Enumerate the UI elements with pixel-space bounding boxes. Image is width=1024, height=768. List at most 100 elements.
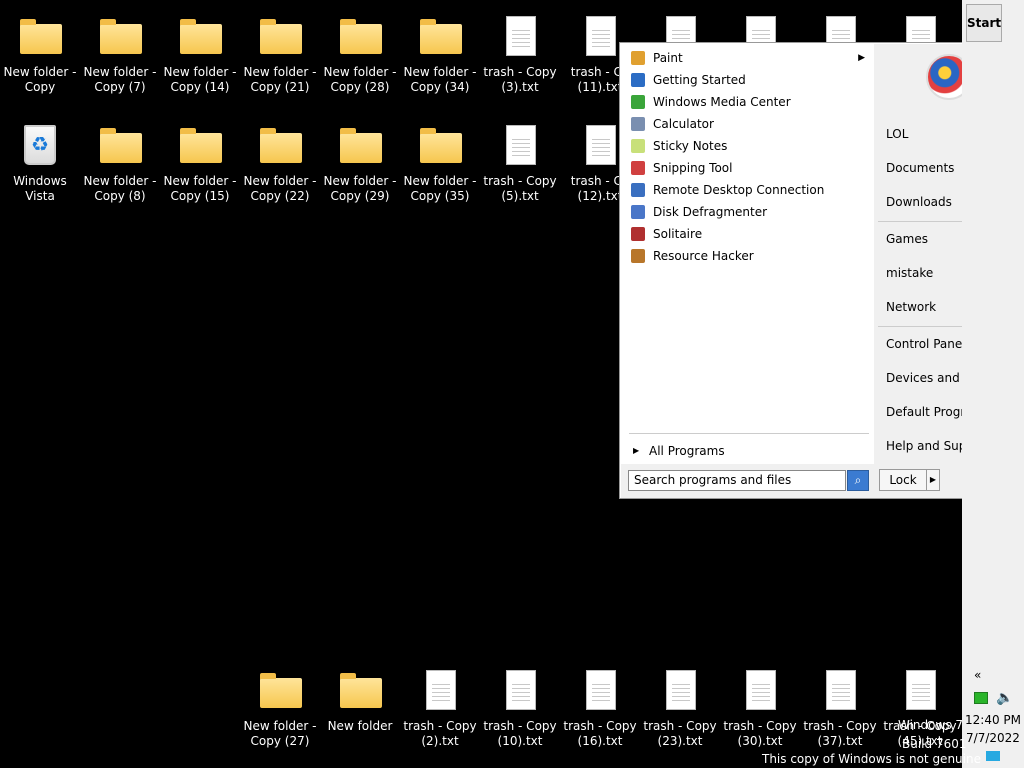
folder-icon — [180, 16, 222, 60]
text-file-icon — [580, 670, 620, 714]
text-file-icon — [580, 16, 620, 60]
program-label: Getting Started — [653, 73, 746, 87]
desktop-folder[interactable]: New folder - Copy (35) — [400, 117, 480, 217]
desktop-folder[interactable]: New folder - Copy (7) — [80, 8, 160, 108]
desktop-icon-label: trash - Copy (3).txt — [483, 65, 557, 94]
text-file-icon — [740, 670, 780, 714]
clock-time[interactable]: 12:40 PM — [962, 713, 1024, 727]
program-label: Sticky Notes — [653, 139, 728, 153]
watermark-build: Build 7601 — [902, 737, 967, 751]
desktop-file[interactable]: trash - Copy (30).txt — [720, 662, 800, 762]
program-item-windows-media-center[interactable]: Windows Media Center — [621, 91, 873, 113]
submenu-arrow-icon: ▶ — [858, 53, 865, 63]
program-item-getting-started[interactable]: Getting Started — [621, 69, 873, 91]
search-icon[interactable]: ⌕ — [847, 470, 869, 491]
desktop-icon-label: New folder - Copy (21) — [243, 65, 317, 94]
desktop-file[interactable]: trash - Copy (3).txt — [480, 8, 560, 108]
desktop-folder[interactable]: New folder - Copy (21) — [240, 8, 320, 108]
desktop-file[interactable]: trash - Copy (16).txt — [560, 662, 640, 762]
program-item-sticky-notes[interactable]: Sticky Notes — [621, 135, 873, 157]
desktop-folder[interactable]: New folder - Copy (14) — [160, 8, 240, 108]
desktop-folder[interactable]: New folder - Copy (27) — [240, 662, 320, 762]
desktop-folder[interactable]: New folder - Copy (15) — [160, 117, 240, 217]
text-file-icon — [500, 670, 540, 714]
program-label: Snipping Tool — [653, 161, 733, 175]
search-placeholder: Search programs and files — [634, 473, 792, 487]
folder-icon — [260, 670, 302, 714]
program-item-resource-hacker[interactable]: Resource Hacker — [621, 245, 873, 267]
show-hidden-icons-chevron-icon[interactable]: « — [974, 668, 981, 682]
program-item-calculator[interactable]: Calculator — [621, 113, 873, 135]
desktop-icon-label: trash - Copy (10).txt — [483, 719, 557, 748]
lock-button[interactable]: Lock — [879, 469, 927, 491]
text-file-icon — [820, 670, 860, 714]
desktop-folder[interactable]: New folder - Copy — [0, 8, 80, 108]
folder-icon — [180, 125, 222, 169]
desktop-file[interactable]: trash - Copy (5).txt — [480, 117, 560, 217]
text-file-icon — [500, 16, 540, 60]
desktop-icon-label: New folder - Copy (34) — [403, 65, 477, 94]
desktop-folder[interactable]: New folder — [320, 662, 400, 762]
folder-icon — [100, 125, 142, 169]
desktop-recycle-bin[interactable]: ♻ Windows Vista — [0, 117, 80, 217]
taskbar: Start « 🔈 12:40 PM 7/7/2022 — [962, 0, 1024, 768]
clock-date[interactable]: 7/7/2022 — [962, 731, 1024, 745]
desktop-file[interactable]: trash - Copy (37).txt — [800, 662, 880, 762]
desktop-icon-label: New folder - Copy (8) — [83, 174, 157, 203]
desktop-folder[interactable]: New folder - Copy (29) — [320, 117, 400, 217]
program-item-snipping-tool[interactable]: Snipping Tool — [621, 157, 873, 179]
paint-icon — [631, 51, 645, 65]
media-center-icon — [631, 95, 645, 109]
getting-started-icon — [631, 73, 645, 87]
folder-icon — [340, 125, 382, 169]
desktop-icon-label: trash - Copy (5).txt — [483, 174, 557, 203]
desktop-folder[interactable]: New folder - Copy (22) — [240, 117, 320, 217]
program-label: Paint — [653, 51, 683, 65]
folder-icon — [100, 16, 142, 60]
desktop-icon-label: trash - Copy (30).txt — [723, 719, 797, 748]
desktop-icon-label: New folder — [327, 719, 393, 733]
text-file-icon — [500, 125, 540, 169]
program-label: Resource Hacker — [653, 249, 754, 263]
folder-icon — [260, 16, 302, 60]
watermark-windows-version: Windows 7 — [898, 718, 964, 732]
desktop-icon-label: trash - Copy (37).txt — [803, 719, 877, 748]
folder-icon — [260, 125, 302, 169]
show-desktop-button[interactable] — [986, 751, 1000, 761]
desktop-icon-label: New folder - Copy (29) — [323, 174, 397, 203]
desktop-folder[interactable]: New folder - Copy (28) — [320, 8, 400, 108]
program-label: Calculator — [653, 117, 714, 131]
desktop-file[interactable]: trash - Copy (23).txt — [640, 662, 720, 762]
program-item-remote-desktop-connection[interactable]: Remote Desktop Connection — [621, 179, 873, 201]
desktop-icon-label: trash - Copy (16).txt — [563, 719, 637, 748]
folder-icon — [420, 16, 462, 60]
desktop-icon-label: New folder - Copy (7) — [83, 65, 157, 94]
text-file-icon — [580, 125, 620, 169]
power-options-arrow-icon[interactable]: ▶ — [926, 469, 940, 491]
desktop-icon-label: New folder - Copy (28) — [323, 65, 397, 94]
program-item-solitaire[interactable]: Solitaire — [621, 223, 873, 245]
calculator-icon — [631, 117, 645, 131]
desktop-folder[interactable]: New folder - Copy (34) — [400, 8, 480, 108]
desktop-file[interactable]: trash - Copy (10).txt — [480, 662, 560, 762]
folder-icon — [340, 670, 382, 714]
text-file-icon — [900, 670, 940, 714]
desktop-icon-label: New folder - Copy (22) — [243, 174, 317, 203]
start-menu-programs-pane: Paint ▶ Getting Started Windows Media Cente… — [621, 44, 873, 464]
desktop-file[interactable]: trash - Copy (2).txt — [400, 662, 480, 762]
desktop-folder[interactable]: New folder - Copy (8) — [80, 117, 160, 217]
volume-icon[interactable]: 🔈 — [996, 690, 1013, 706]
start-button[interactable]: Start — [966, 4, 1002, 42]
search-input[interactable]: Search programs and files — [628, 470, 846, 491]
all-programs-label: All Programs — [649, 444, 725, 458]
all-programs-button[interactable]: ▶ All Programs — [629, 440, 869, 462]
program-label: Solitaire — [653, 227, 703, 241]
desktop-icon-label: Windows Vista — [13, 174, 67, 203]
program-label: Remote Desktop Connection — [653, 183, 825, 197]
defrag-icon — [631, 205, 645, 219]
program-item-paint[interactable]: Paint ▶ — [621, 47, 873, 69]
program-item-disk-defragmenter[interactable]: Disk Defragmenter — [621, 201, 873, 223]
network-icon[interactable] — [974, 692, 988, 704]
snipping-tool-icon — [631, 161, 645, 175]
resource-hacker-icon — [631, 249, 645, 263]
